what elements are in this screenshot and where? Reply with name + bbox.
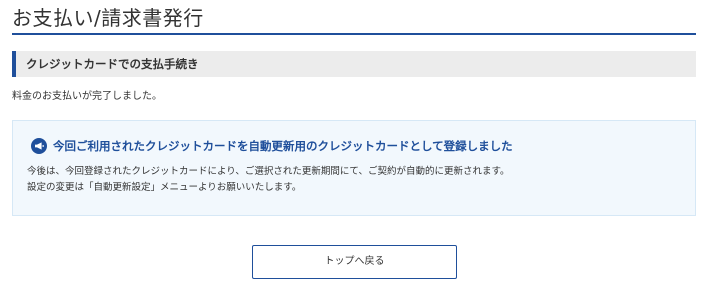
back-to-top-button[interactable]: トップへ戻る [252,245,457,279]
notice-text-line: 設定の変更は「自動更新設定」メニューよりお願いいたします。 [27,182,302,193]
back-to-top-label: トップへ戻る [324,256,385,267]
notice-text-line: 今後は、今回登録されたクレジットカードにより、ご選択された更新期間にて、ご契約が… [27,166,510,177]
payment-complete-message: 料金のお支払いが完了しました。 [12,91,162,102]
page-title: お支払い/請求書発行 [12,6,204,30]
notice-heading: 今回ご利用されたクレジットカードを自動更新用のクレジットカードとして登録しました [53,139,513,153]
title-underline-divider [12,33,696,35]
auto-renewal-notice: 今回ご利用されたクレジットカードを自動更新用のクレジットカードとして登録しました… [12,120,696,216]
section-heading-label: クレジットカードでの支払手続き [26,57,199,71]
section-heading: クレジットカードでの支払手続き [12,51,696,77]
megaphone-icon [31,138,47,154]
